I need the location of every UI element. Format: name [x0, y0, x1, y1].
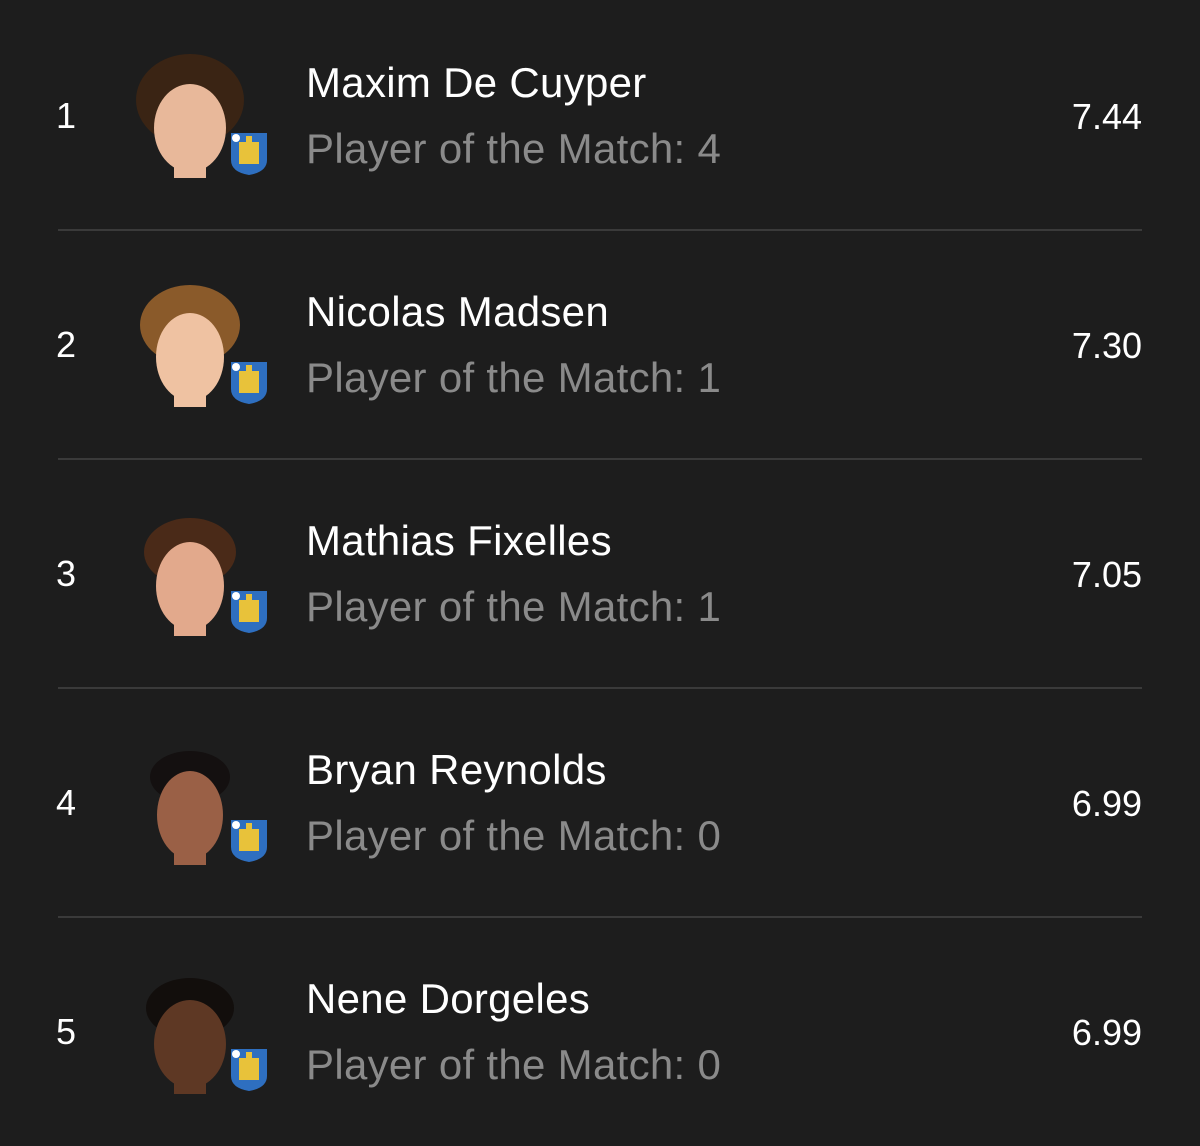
player-of-the-match-count: Player of the Match: 4 — [306, 125, 722, 172]
player-of-the-match-count: Player of the Match: 0 — [306, 1041, 722, 1088]
player-name: Mathias Fixelles — [306, 517, 612, 564]
list-item[interactable]: 3 Mathias Fixelles Player of the Match: … — [0, 458, 1200, 687]
player-of-the-match-count: Player of the Match: 1 — [306, 583, 722, 630]
rank-number: 5 — [56, 1011, 77, 1052]
player-ratings-list: 1 Maxim De Cuyper Player of the Match: 4… — [0, 0, 1200, 1146]
rank-number: 4 — [56, 782, 77, 823]
list-item[interactable]: 2 Nicolas Madsen Player of the Match: 1 … — [0, 229, 1200, 458]
average-rating: 6.99 — [1071, 783, 1142, 824]
player-name: Nicolas Madsen — [306, 288, 609, 335]
club-crest-icon — [230, 361, 268, 405]
list-item[interactable]: 4 Bryan Reynolds Player of the Match: 0 … — [0, 687, 1200, 916]
average-rating: 7.44 — [1071, 96, 1142, 137]
club-crest-icon — [230, 1048, 268, 1092]
average-rating: 7.30 — [1071, 325, 1142, 366]
player-name: Maxim De Cuyper — [306, 59, 647, 106]
player-of-the-match-count: Player of the Match: 1 — [306, 354, 722, 401]
rank-number: 3 — [56, 553, 77, 594]
club-crest-icon — [230, 590, 268, 634]
player-name: Nene Dorgeles — [306, 975, 591, 1022]
club-crest-icon — [230, 819, 268, 863]
average-rating: 7.05 — [1071, 554, 1142, 595]
average-rating: 6.99 — [1071, 1012, 1142, 1053]
list-item[interactable]: 5 Nene Dorgeles Player of the Match: 0 6… — [0, 916, 1200, 1145]
club-crest-icon — [230, 132, 268, 176]
list-item[interactable]: 1 Maxim De Cuyper Player of the Match: 4… — [0, 0, 1200, 229]
rank-number: 1 — [56, 95, 77, 136]
player-name: Bryan Reynolds — [306, 746, 607, 793]
player-of-the-match-count: Player of the Match: 0 — [306, 812, 722, 859]
rank-number: 2 — [56, 324, 77, 365]
